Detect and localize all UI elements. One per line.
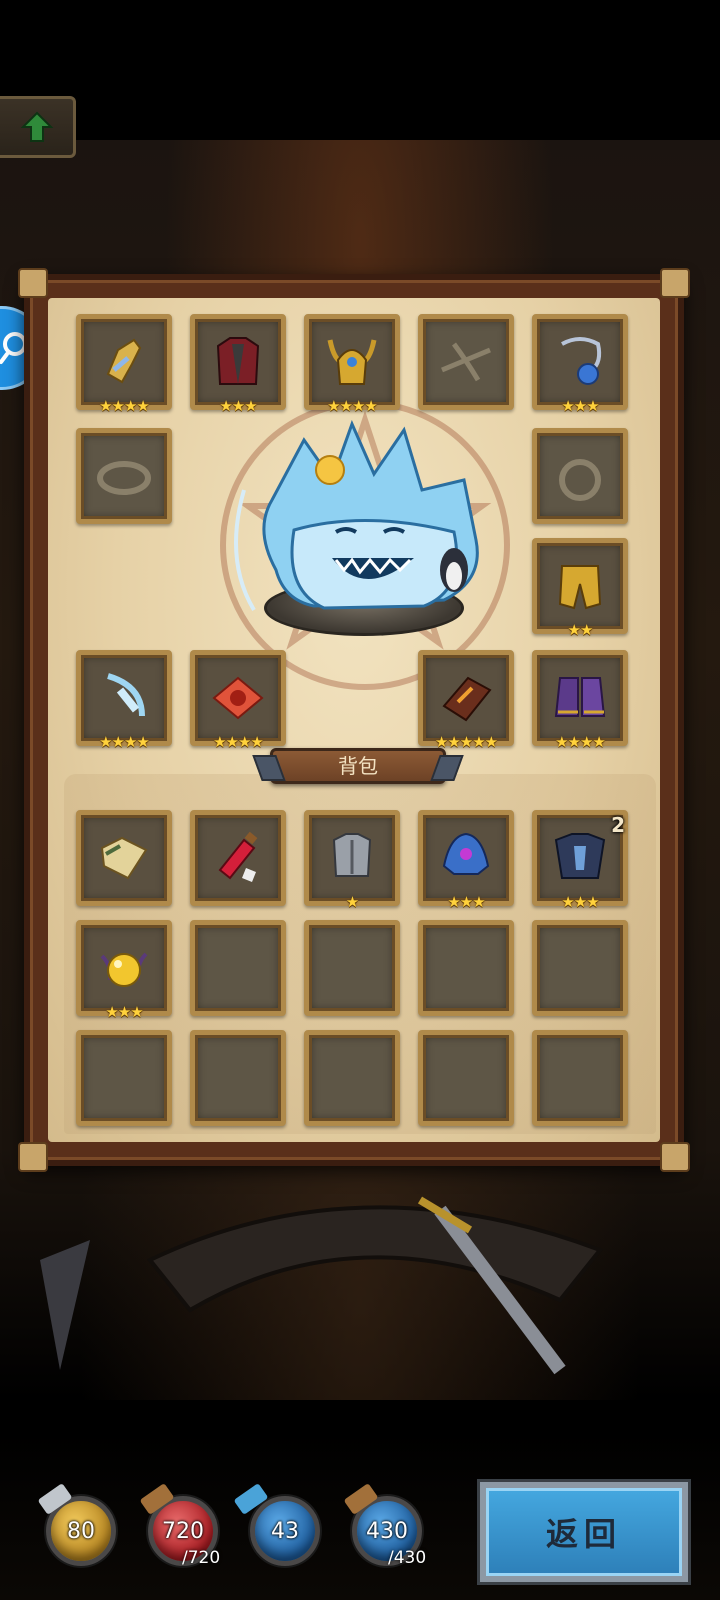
bag-slot-empty[interactable] — [304, 920, 400, 1016]
defense-orb: 43 — [250, 1496, 320, 1566]
mp-max: /430 — [388, 1548, 427, 1568]
equip-slot-amulet[interactable]: ★★★ — [532, 314, 628, 414]
bag-slot[interactable] — [190, 810, 286, 906]
item-stars: ★★★ — [105, 1003, 143, 1021]
return-label: 返回 — [545, 1515, 622, 1553]
item-stars: ★★★ — [561, 397, 599, 415]
item-stars: ★★★★ — [327, 397, 378, 415]
item-stars: ★ — [345, 893, 359, 911]
bag-title: 背包 — [270, 748, 446, 784]
horned-helmet-icon — [327, 339, 377, 385]
dark-armor-icon — [554, 833, 606, 879]
bag-slot-empty[interactable] — [190, 1030, 286, 1126]
bag-slot-empty[interactable] — [532, 1030, 628, 1126]
item-stars: ★★★★ — [213, 733, 264, 751]
red-potion-icon — [218, 831, 258, 882]
item-stars: ★★★★ — [99, 397, 150, 415]
bag-slot[interactable]: ★★★ 2 — [532, 810, 628, 910]
hp-max: /720 — [182, 1548, 221, 1568]
equip-slot-gauntlet[interactable]: ★★★★ — [76, 314, 172, 414]
boots-icon — [554, 677, 606, 717]
item-stars: ★★★★ — [99, 733, 150, 751]
ruby-rune-icon — [212, 676, 264, 720]
bag-slot-empty[interactable] — [190, 920, 286, 1016]
equip-slot-legs[interactable]: ★★ — [532, 538, 628, 638]
treasure-map-icon — [100, 836, 148, 880]
ice-bow-icon — [107, 673, 145, 717]
arrow-up-icon — [20, 111, 53, 142]
bag-slot[interactable]: ★★★ — [418, 810, 514, 910]
item-stars: ★★★ — [447, 893, 485, 911]
defense-value: 43 — [271, 1518, 299, 1544]
ring-icon — [559, 459, 601, 501]
leg-armor-icon — [558, 565, 602, 610]
up-button[interactable] — [0, 96, 76, 158]
blue-helm-icon — [442, 832, 490, 875]
item-stars: ★★★ — [219, 397, 257, 415]
item-quantity: 2 — [611, 813, 625, 837]
item-stars: ★★★★ — [555, 733, 606, 751]
item-stars: ★★★ — [561, 893, 599, 911]
golden-orb-icon — [100, 952, 148, 987]
gauntlet-icon — [106, 338, 142, 384]
bag-slot-empty[interactable] — [418, 920, 514, 1016]
item-stars: ★★ — [567, 621, 594, 639]
equip-slot-ring[interactable] — [532, 428, 628, 524]
bag-slot-empty[interactable] — [532, 920, 628, 1016]
bag-slot-empty[interactable] — [304, 1030, 400, 1126]
equip-slot-rune[interactable]: ★★★★ — [190, 650, 286, 750]
return-button[interactable]: 返回 — [480, 1482, 688, 1582]
bag-slot[interactable]: ★★★ — [76, 920, 172, 1020]
bracelet-icon — [97, 461, 151, 495]
crossbow-icon — [441, 342, 491, 382]
hp-value: 720 — [162, 1518, 204, 1544]
mp-value: 430 — [366, 1518, 408, 1544]
fire-tome-icon — [442, 676, 492, 722]
equip-slot-bow[interactable]: ★★★★ — [76, 650, 172, 750]
equip-slot-bracelet[interactable] — [76, 428, 172, 524]
panel-corner — [660, 1142, 690, 1172]
steel-breastplate-icon — [332, 833, 372, 877]
amulet-icon — [561, 337, 602, 385]
item-stars: ★★★★★ — [434, 733, 498, 751]
attack-value: 80 — [67, 1518, 95, 1544]
equip-slot-tome[interactable]: ★★★★★ — [418, 650, 514, 750]
equip-slot-boots[interactable]: ★★★★ — [532, 650, 628, 750]
panel-corner — [18, 268, 48, 298]
equip-slot-weapon[interactable] — [418, 314, 514, 410]
panel-corner — [660, 268, 690, 298]
equip-slot-armor[interactable]: ★★★ — [190, 314, 286, 414]
equip-slot-helmet[interactable]: ★★★★ — [304, 314, 400, 414]
bag-slot-empty[interactable] — [418, 1030, 514, 1126]
weapon-rack-decoration — [40, 1196, 604, 1375]
panel-corner — [18, 1142, 48, 1172]
bag-slot[interactable] — [76, 810, 172, 906]
bag-slot-empty[interactable] — [76, 1030, 172, 1126]
bag-slot[interactable]: ★ — [304, 810, 400, 910]
crimson-armor-icon — [216, 337, 260, 385]
ice-slime-hero — [234, 420, 479, 612]
